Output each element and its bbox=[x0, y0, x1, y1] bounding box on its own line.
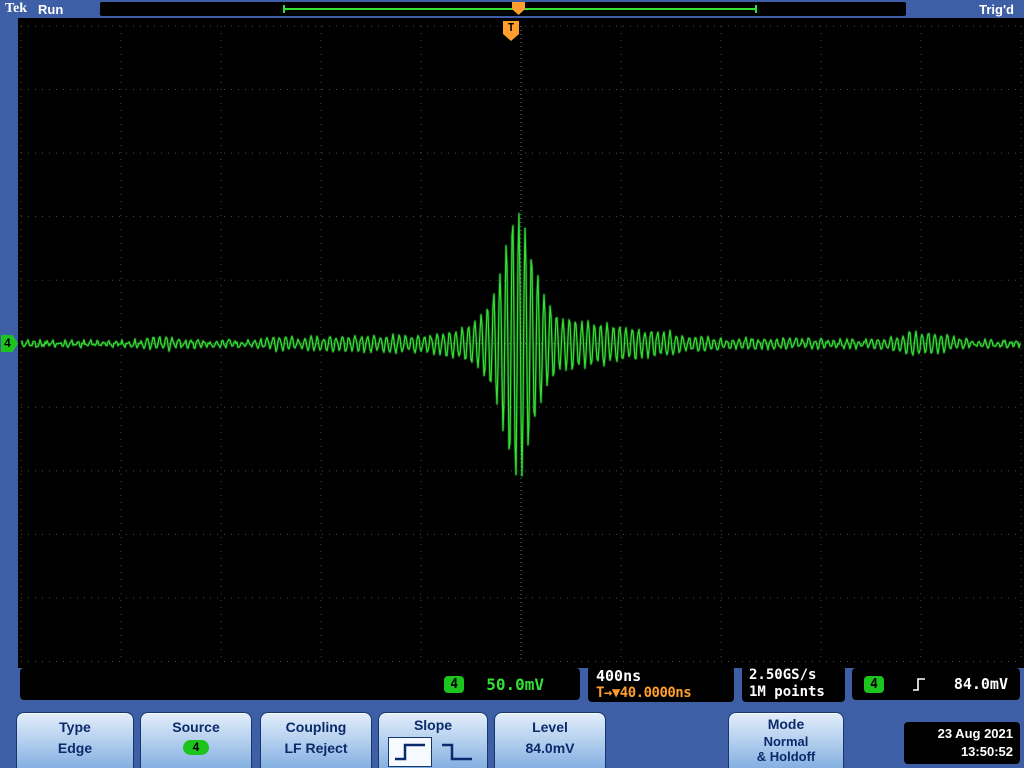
rising-edge-icon bbox=[394, 743, 425, 761]
trigger-type-button[interactable]: Type Edge bbox=[16, 712, 134, 768]
time-value: 13:50:52 bbox=[960, 744, 1013, 759]
record-right-bracket bbox=[755, 5, 757, 13]
horizontal-readout: 400ns T→▼40.0000ns bbox=[588, 666, 734, 702]
date-time-display: 23 Aug 2021 13:50:52 bbox=[904, 722, 1020, 764]
trigger-status: Trig'd bbox=[979, 2, 1014, 17]
mode-value-line1: Normal bbox=[763, 734, 809, 749]
trigger-coupling-button[interactable]: Coupling LF Reject bbox=[260, 712, 372, 768]
trigger-position-number: 40.0000ns bbox=[619, 685, 692, 701]
sample-rate-value: 2.50GS/s bbox=[749, 667, 817, 683]
slope-label: Slope bbox=[413, 717, 453, 733]
type-label: Type bbox=[59, 719, 91, 735]
trigger-position-marker[interactable]: T bbox=[503, 21, 519, 41]
type-value: Edge bbox=[57, 740, 93, 756]
trigger-position-indicator-icon[interactable] bbox=[512, 2, 525, 15]
level-value: 84.0mV bbox=[525, 740, 575, 756]
coupling-label: Coupling bbox=[285, 719, 347, 735]
tektronix-oscilloscope: { "header": { "logo": "Tek", "acq_status… bbox=[0, 0, 1024, 768]
scope-display bbox=[18, 18, 1024, 668]
record-view-strip bbox=[100, 2, 906, 16]
mode-value-line2: & Holdoff bbox=[756, 749, 816, 764]
source-label: Source bbox=[172, 719, 220, 735]
record-length-value: 1M points bbox=[749, 684, 825, 700]
date-value: 23 Aug 2021 bbox=[937, 726, 1013, 742]
trigger-readout: 4 84.0mV bbox=[852, 668, 1020, 700]
graticule-and-waveform bbox=[20, 25, 1022, 662]
falling-slope-option[interactable] bbox=[435, 737, 479, 767]
trigger-source-badge: 4 bbox=[864, 675, 884, 693]
rising-slope-option[interactable] bbox=[387, 737, 432, 767]
mode-label: Mode bbox=[767, 716, 805, 732]
channel-4-badge: 4 bbox=[444, 675, 465, 693]
trigger-source-button[interactable]: Source 4 bbox=[140, 712, 252, 768]
trigger-level-button[interactable]: Level 84.0mV bbox=[494, 712, 606, 768]
acquisition-readout: 2.50GS/s 1M points bbox=[742, 666, 845, 702]
trigger-slope-button[interactable]: Slope bbox=[378, 712, 488, 768]
trigger-position-marker-icon: T→▼ bbox=[596, 685, 620, 701]
rising-slope-icon bbox=[912, 677, 925, 691]
top-status-bar: Tek Run Trig'd bbox=[0, 0, 1024, 18]
trigger-t-icon: T bbox=[503, 21, 519, 34]
channel-4-position-marker[interactable]: 4 bbox=[1, 335, 18, 352]
trigger-flag-pointer-icon bbox=[503, 34, 519, 41]
source-channel-badge: 4 bbox=[183, 740, 209, 755]
coupling-value: LF Reject bbox=[284, 740, 348, 756]
channel-scale-value: 50.0mV bbox=[486, 674, 544, 694]
acquisition-status: Run bbox=[38, 2, 64, 17]
channel-scale-readout: 4 50.0mV bbox=[20, 668, 580, 700]
falling-edge-icon bbox=[441, 743, 472, 761]
trigger-level-value: 84.0mV bbox=[953, 675, 1008, 693]
timebase-value: 400ns bbox=[596, 667, 642, 685]
trigger-position-value: T→▼40.0000ns bbox=[596, 685, 726, 701]
tek-logo: Tek bbox=[5, 1, 28, 16]
level-label: Level bbox=[532, 719, 568, 735]
trigger-mode-button[interactable]: Mode Normal & Holdoff bbox=[728, 712, 844, 768]
